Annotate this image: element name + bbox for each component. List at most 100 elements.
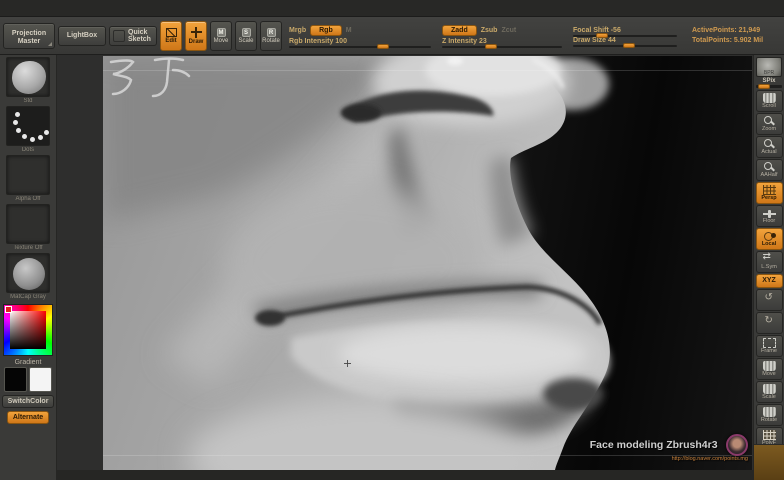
color-mode-group: Mrgb Rgb M Rgb Intensity 100 <box>285 25 435 49</box>
menu-item[interactable] <box>126 6 134 10</box>
mrgb-button[interactable]: Mrgb <box>289 27 306 34</box>
grid-icon <box>762 430 776 440</box>
menu-item[interactable] <box>22 6 30 10</box>
menu-item[interactable] <box>134 6 142 10</box>
hand-icon <box>762 93 776 103</box>
zsub-button[interactable]: Zsub <box>481 27 498 34</box>
draw-mode-button[interactable]: Draw <box>185 20 207 51</box>
shelf-button-label: Persp <box>761 195 777 201</box>
shelf-button-actual[interactable]: Actual <box>755 136 783 158</box>
rotate-mode-button[interactable]: R Rotate <box>260 20 282 51</box>
switch-color-button[interactable]: SwitchColor <box>1 395 55 408</box>
menu-items <box>6 6 190 10</box>
shelf-button-floor[interactable]: Floor <box>755 205 783 227</box>
rotate-label: Rotate <box>262 37 280 44</box>
menu-item[interactable] <box>70 6 78 10</box>
rgb-intensity-slider[interactable]: Rgb Intensity 100 <box>289 38 431 49</box>
menu-item[interactable] <box>150 6 158 10</box>
material-selector[interactable]: MatCap Gray <box>5 253 51 300</box>
shelf-button-aahalf[interactable]: AAHalf <box>755 159 783 181</box>
brush-selector[interactable]: Std <box>5 57 51 104</box>
menu-item[interactable] <box>78 6 86 10</box>
shelf-button-label: Zoom <box>761 126 777 132</box>
shelf-button-xyz[interactable]: XYZ <box>755 274 783 288</box>
spix-handle[interactable] <box>758 84 770 89</box>
shelf-button-spin-cw[interactable] <box>755 312 783 334</box>
menu-item[interactable] <box>158 6 166 10</box>
menu-item[interactable] <box>166 6 174 10</box>
menu-item[interactable] <box>54 6 62 10</box>
menu-item[interactable] <box>62 6 70 10</box>
scale-label: Scale <box>238 37 254 44</box>
m-button[interactable]: M <box>346 27 352 34</box>
shelf-button-local[interactable]: Local <box>755 228 783 250</box>
alternate-button[interactable]: Alternate <box>6 411 50 424</box>
zcut-button[interactable]: Zcut <box>501 27 516 34</box>
face-sculpt <box>103 56 610 470</box>
grid-icon <box>762 185 776 195</box>
shelf-button-persp[interactable]: Persp <box>755 182 783 204</box>
edit-label: Edit <box>165 37 177 44</box>
menu-item[interactable] <box>102 6 110 10</box>
shelf-button-move[interactable]: Move <box>755 358 783 380</box>
secondary-color-swatch[interactable] <box>29 367 52 392</box>
shelf-button-zoom[interactable]: Zoom <box>755 113 783 135</box>
menu-item[interactable] <box>110 6 118 10</box>
shelf-button-label: Actual <box>761 149 777 155</box>
shelf-button-frame[interactable]: Frame <box>755 335 783 357</box>
move-mode-button[interactable]: M Move <box>210 20 232 51</box>
texture-thumbnail <box>6 204 50 244</box>
projection-master-button[interactable]: Projection Master <box>3 22 55 49</box>
avatar <box>726 434 748 456</box>
quick-sketch-button[interactable]: Quick Sketch <box>109 25 157 46</box>
menu-item[interactable] <box>46 6 54 10</box>
alpha-selector[interactable]: Alpha Off <box>5 155 51 202</box>
top-shelf-toolbar: Projection Master LightBox Quick Sketch … <box>0 17 784 55</box>
rgb-intensity-handle[interactable] <box>377 44 390 49</box>
lightbox-button[interactable]: LightBox <box>58 25 106 46</box>
menu-item[interactable] <box>182 6 190 10</box>
z-intensity-handle[interactable] <box>485 44 498 49</box>
menu-item[interactable] <box>14 6 22 10</box>
document-area: Face modeling Zbrush4r3 http://blog.nave… <box>57 55 753 480</box>
shelf-button-scroll[interactable]: Scroll <box>755 90 783 112</box>
menu-item[interactable] <box>86 6 94 10</box>
menu-item[interactable] <box>174 6 182 10</box>
zadd-button[interactable]: Zadd <box>442 25 477 36</box>
quick-sketch-label: Quick Sketch <box>128 28 151 43</box>
shelf-button-rotate[interactable]: Rotate <box>755 404 783 426</box>
pivot-icon <box>763 231 776 241</box>
sculpt-canvas[interactable]: Face modeling Zbrush4r3 http://blog.nave… <box>103 56 752 470</box>
shelf-button-label: L.Sym <box>761 264 777 270</box>
menu-item[interactable] <box>118 6 126 10</box>
bpr-render-button[interactable]: BPR <box>756 57 782 77</box>
right-shelf: BPR SPix Scroll Zoom Actual AAHalf Persp… <box>753 55 784 480</box>
draw-cross-icon <box>190 26 202 38</box>
menu-item[interactable] <box>38 6 46 10</box>
focal-shift-slider[interactable]: Focal Shift -56 <box>573 26 677 38</box>
shelf-button-spin-ccw[interactable] <box>755 289 783 311</box>
shelf-button-scale[interactable]: Scale <box>755 381 783 403</box>
gradient-label: Gradient <box>14 359 42 366</box>
spin-cw-icon <box>763 315 776 328</box>
color-picker[interactable] <box>3 304 53 356</box>
edit-mode-button[interactable]: Edit <box>160 20 182 51</box>
shelf-button-label: XYZ <box>762 277 776 284</box>
shelf-button-lsym[interactable]: L.Sym <box>755 251 783 273</box>
menu-item[interactable] <box>94 6 102 10</box>
watermark-url: http://blog.naver.com/points.mg <box>671 456 748 462</box>
draw-label: Draw <box>188 38 204 45</box>
menu-item[interactable] <box>6 6 14 10</box>
focal-shift-label: Focal Shift -56 <box>573 26 621 34</box>
stroke-selector[interactable]: Dots <box>5 106 51 153</box>
draw-size-slider[interactable]: Draw Size 44 <box>573 37 677 48</box>
z-intensity-slider[interactable]: Z Intensity 23 <box>442 38 562 49</box>
scale-mode-button[interactable]: S Scale <box>235 20 257 51</box>
rgb-button[interactable]: Rgb <box>310 25 342 36</box>
menu-item[interactable] <box>30 6 38 10</box>
texture-selector[interactable]: Texture Off <box>5 204 51 251</box>
spix-slider[interactable]: SPix <box>756 78 782 89</box>
main-color-swatch[interactable] <box>4 367 27 392</box>
menu-item[interactable] <box>142 6 150 10</box>
draw-size-handle[interactable] <box>622 42 635 48</box>
